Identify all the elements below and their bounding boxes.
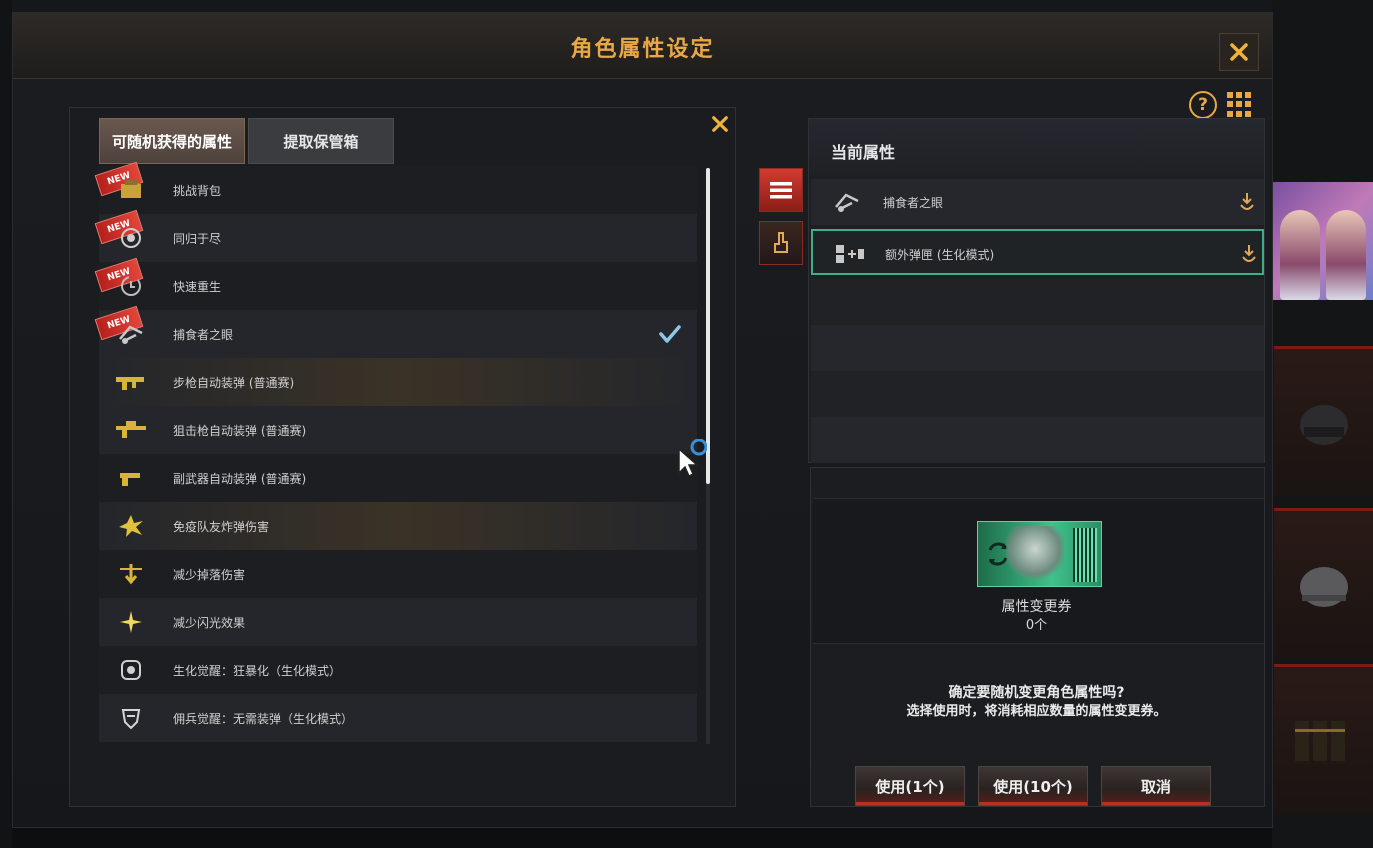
- available-attributes-panel: 可随机获得的属性 提取保管箱 NEW 挑战背包 NEW 同归于尽 NEW 快速重…: [69, 107, 736, 807]
- background-character-banner: [1272, 182, 1373, 300]
- list-item[interactable]: NEW 同归于尽: [94, 209, 697, 262]
- equip-button[interactable]: [759, 221, 803, 265]
- unequip-icon[interactable]: [1237, 191, 1257, 213]
- attribute-label: 额外弹匣 (生化模式): [885, 248, 995, 262]
- no-reload-icon: [113, 702, 149, 734]
- rifle-reload-icon: [113, 366, 149, 398]
- dialog-close-button[interactable]: [1219, 33, 1259, 71]
- tab-random-attributes[interactable]: 可随机获得的属性: [99, 118, 245, 164]
- berserk-icon: [113, 654, 149, 686]
- pointer-hand-icon: [774, 232, 788, 253]
- attribute-dialog: 角色属性设定 ? 可随机获得的属性 提取保管箱 NEW 挑战背包 NEW 同归于…: [12, 12, 1273, 828]
- attribute-list: NEW 挑战背包 NEW 同归于尽 NEW 快速重生 NEW 捕食者之眼 步枪自…: [94, 161, 697, 746]
- list-item[interactable]: NEW 快速重生: [94, 257, 697, 310]
- bomb-icon: [113, 222, 149, 254]
- attribute-tabs: 可随机获得的属性 提取保管箱: [99, 118, 394, 164]
- dialog-titlebar: 角色属性设定: [13, 13, 1272, 79]
- list-item[interactable]: 减少闪光效果: [99, 598, 697, 646]
- attribute-label: 减少掉落伤害: [173, 568, 246, 582]
- background-left-edge: [0, 0, 12, 848]
- empty-attribute-slot: [811, 325, 1264, 371]
- attribute-label: 生化觉醒：狂暴化（生化模式）: [173, 664, 342, 678]
- dialog-title: 角色属性设定: [570, 37, 715, 62]
- attribute-label: 减少闪光效果: [173, 616, 246, 630]
- current-attributes-panel: 当前属性 捕食者之眼 额外弹匣 (生化模式): [808, 118, 1265, 463]
- helmet-icon: [1299, 566, 1348, 607]
- predator-eye-icon: [113, 318, 149, 350]
- attribute-label: 步枪自动装弹 (普通赛): [173, 376, 295, 390]
- list-item[interactable]: NEW 捕食者之眼: [94, 305, 697, 358]
- grid-menu-icon[interactable]: [1227, 91, 1253, 117]
- background-vest-card: [1274, 664, 1373, 814]
- list-item[interactable]: 佣兵觉醒：无需装弹（生化模式）: [99, 694, 697, 742]
- list-item[interactable]: NEW 挑战背包: [94, 161, 697, 214]
- mouse-cursor-icon: [678, 439, 707, 478]
- empty-attribute-slot: [811, 279, 1264, 325]
- attribute-change-ticket-image: [977, 521, 1102, 587]
- empty-attribute-slot: [811, 371, 1264, 417]
- confirm-question: 确定要随机变更角色属性吗?: [948, 685, 1125, 701]
- tab-storage-box[interactable]: 提取保管箱: [248, 118, 394, 164]
- backpack-icon: [113, 174, 149, 206]
- attribute-label: 狙击枪自动装弹 (普通赛): [173, 424, 307, 438]
- checkmark-icon: [659, 325, 681, 343]
- vest-icon: [1294, 720, 1345, 761]
- attribute-label: 佣兵觉醒：无需装弹（生化模式）: [173, 712, 354, 726]
- attribute-label: 同归于尽: [173, 232, 222, 246]
- close-icon: [1230, 43, 1248, 61]
- ticket-name: 属性变更券: [1001, 599, 1072, 615]
- background-helmet-card: [1274, 508, 1373, 658]
- change-ticket-panel: 属性变更券 0个 确定要随机变更角色属性吗? 选择使用时，将消耗相应数量的属性变…: [810, 467, 1265, 807]
- flash-reduction-icon: [113, 606, 149, 638]
- soldier-silhouette: [1006, 526, 1064, 584]
- use-10-button[interactable]: 使用(10个): [978, 766, 1088, 806]
- ticket-count: 0个: [1025, 618, 1048, 633]
- top-icon-group: ?: [1189, 91, 1253, 119]
- unequip-icon[interactable]: [1239, 243, 1259, 265]
- empty-attribute-slot: [811, 417, 1264, 463]
- attribute-label: 挑战背包: [173, 184, 222, 198]
- left-panel-close-button[interactable]: [708, 112, 732, 136]
- confirm-note: 选择使用时，将消耗相应数量的属性变更券。: [906, 704, 1167, 719]
- current-attribute-item[interactable]: 捕食者之眼: [811, 179, 1264, 225]
- close-icon: [712, 116, 728, 132]
- attribute-label: 捕食者之眼: [883, 196, 944, 210]
- list-item[interactable]: 免疫队友炸弹伤害: [99, 502, 697, 550]
- pistol-reload-icon: [113, 462, 149, 494]
- fall-damage-icon: [113, 558, 149, 590]
- help-icon[interactable]: ?: [1189, 91, 1217, 119]
- list-item[interactable]: 步枪自动装弹 (普通赛): [99, 358, 697, 406]
- list-item[interactable]: 生化觉醒：狂暴化（生化模式）: [99, 646, 697, 694]
- scrollbar-thumb[interactable]: [706, 168, 710, 484]
- attribute-label: 免疫队友炸弹伤害: [173, 520, 270, 534]
- background-helmet-card: [1274, 346, 1373, 496]
- character-figure: [1326, 210, 1366, 300]
- cancel-button[interactable]: 取消: [1101, 766, 1211, 806]
- use-1-button[interactable]: 使用(1个): [855, 766, 965, 806]
- explosion-immunity-icon: [113, 510, 149, 542]
- menu-lines-icon: [770, 182, 792, 199]
- attribute-label: 副武器自动装弹 (普通赛): [173, 472, 307, 486]
- list-item[interactable]: 减少掉落伤害: [99, 550, 697, 598]
- current-attributes-title: 当前属性: [831, 143, 896, 162]
- game-screen: 角色属性设定 ? 可随机获得的属性 提取保管箱 NEW 挑战背包 NEW 同归于…: [0, 0, 1373, 848]
- respawn-icon: [113, 270, 149, 302]
- extra-magazine-icon: [831, 239, 867, 269]
- predator-eye-icon: [829, 187, 865, 217]
- list-item[interactable]: 狙击枪自动装弹 (普通赛): [99, 406, 697, 454]
- helmet-icon: [1299, 404, 1348, 445]
- attribute-label: 捕食者之眼: [173, 328, 234, 342]
- ticket-barcode: [1073, 528, 1097, 582]
- list-item[interactable]: 副武器自动装弹 (普通赛): [99, 454, 697, 502]
- view-list-button[interactable]: [759, 168, 803, 212]
- character-figure: [1280, 210, 1320, 300]
- attribute-label: 快速重生: [173, 280, 222, 294]
- current-attribute-item[interactable]: 额外弹匣 (生化模式): [811, 229, 1264, 275]
- sniper-reload-icon: [113, 414, 149, 446]
